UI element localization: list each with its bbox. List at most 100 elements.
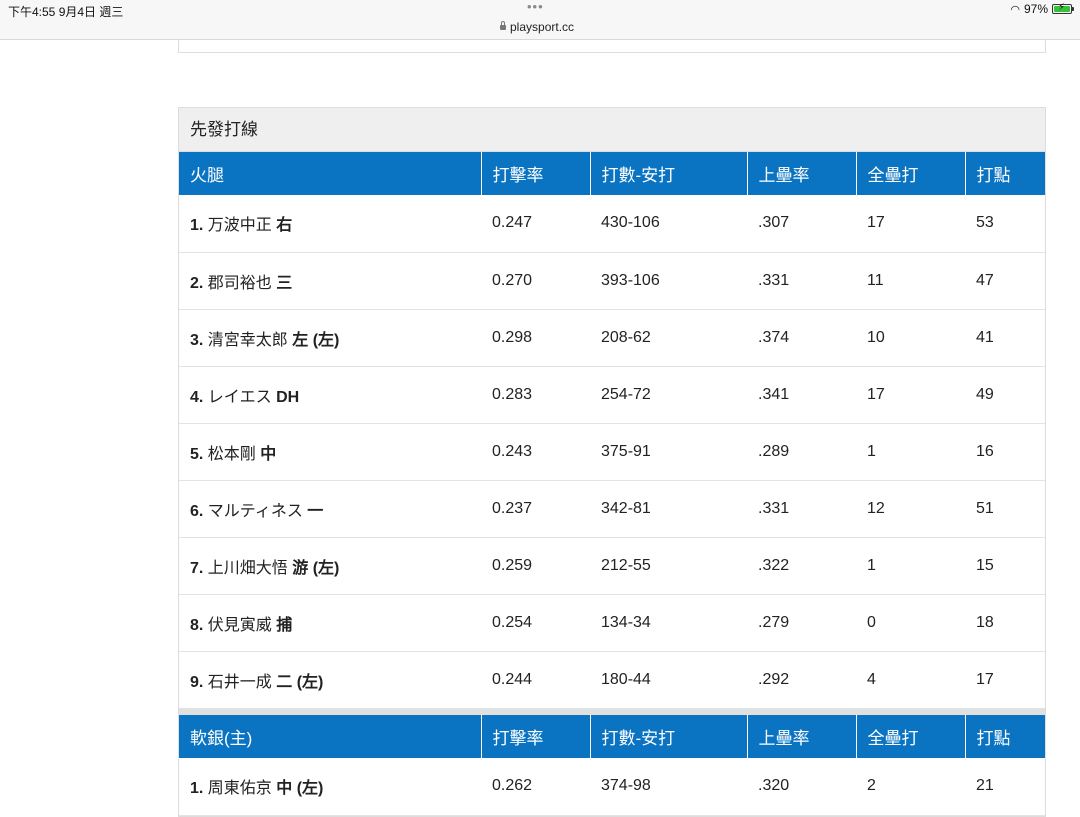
- team-header-row: 軟銀(主) 打擊率 打數-安打 上壘率 全壘打 打點: [179, 715, 1045, 758]
- lineup-section: 先發打線 火腿 打擊率 打數-安打 上壘率 全壘打 打點 1. 万波中正 右 0.247 430…: [178, 107, 1046, 817]
- player-position: 二 (左): [276, 673, 324, 691]
- at-bats-hits: 180-44: [590, 651, 747, 709]
- battery-percent: 97%: [1023, 2, 1048, 16]
- batting-order: 4.: [190, 388, 204, 406]
- column-header: 打數-安打: [590, 152, 748, 195]
- batting-average: 0.283: [481, 366, 590, 424]
- rbi: 53: [965, 195, 1045, 253]
- player-cell: 9. 石井一成 二 (左): [179, 651, 481, 709]
- player-name: 松本剛: [207, 445, 256, 463]
- at-bats-hits: 212-55: [590, 537, 747, 595]
- batting-order: 5.: [190, 445, 204, 463]
- player-position: 右: [276, 217, 293, 235]
- batting-average: 0.237: [481, 480, 590, 538]
- home-runs: 1: [856, 537, 965, 595]
- player-name: 郡司裕也: [207, 274, 272, 292]
- batting-average: 0.247: [481, 195, 590, 253]
- at-bats-hits: 208-62: [590, 309, 747, 367]
- batting-average: 0.259: [481, 537, 590, 595]
- batting-average: 0.298: [481, 309, 590, 367]
- rbi: 15: [965, 537, 1045, 595]
- on-base-pct: .341: [747, 366, 856, 424]
- player-name: 伏見寅威: [207, 616, 272, 634]
- batting-order: 6.: [190, 502, 204, 520]
- batting-order: 7.: [190, 559, 204, 577]
- player-name: 清宮幸太郎: [207, 331, 288, 349]
- rbi: 47: [965, 252, 1045, 310]
- player-position: 游 (左): [292, 559, 340, 577]
- batting-average: 0.243: [481, 423, 590, 481]
- lock-icon: [500, 21, 506, 30]
- player-position: 一: [307, 502, 324, 520]
- on-base-pct: .331: [747, 252, 856, 310]
- player-name: 上川畑大悟: [207, 559, 288, 577]
- player-row: 2. 郡司裕也 三 0.270 393-106.331 11 47: [179, 252, 1045, 310]
- batting-order: 1.: [190, 217, 204, 235]
- batting-average: 0.244: [481, 651, 590, 709]
- home-runs: 4: [856, 651, 965, 709]
- batting-average: 0.270: [481, 252, 590, 310]
- player-position: DH: [276, 388, 300, 406]
- status-bar: 下午4:55 9月4日 週三 ••• playsport.cc ◠ 97% ⚡: [0, 0, 1080, 40]
- on-base-pct: .320: [747, 758, 856, 816]
- on-base-pct: .331: [747, 480, 856, 538]
- rbi: 18: [965, 594, 1045, 652]
- player-row: 6. マルティネス 一 0.237 342-81.331 12 51: [179, 480, 1045, 538]
- lineup-table: 火腿 打擊率 打數-安打 上壘率 全壘打 打點 1. 万波中正 右 0.247 430-106.…: [179, 152, 1045, 816]
- previous-section-box: [178, 40, 1046, 53]
- player-row: 1. 万波中正 右 0.247 430-106.307 17 53: [179, 195, 1045, 253]
- column-header: 上壘率: [747, 715, 857, 758]
- player-name: 周東佑京: [207, 780, 272, 798]
- home-runs: 12: [856, 480, 965, 538]
- more-dots-icon[interactable]: •••: [527, 0, 544, 14]
- player-row: 3. 清宮幸太郎 左 (左) 0.298 208-62.374 10 41: [179, 309, 1045, 367]
- column-header: 全壘打: [856, 715, 966, 758]
- team-separator: [179, 708, 1045, 715]
- rbi: 17: [965, 651, 1045, 709]
- player-cell: 2. 郡司裕也 三: [179, 252, 481, 310]
- home-runs: 10: [856, 309, 965, 367]
- player-row: 8. 伏見寅威 捕 0.254 134-34.279 0 18: [179, 594, 1045, 652]
- batting-average: 0.254: [481, 594, 590, 652]
- player-row: 1. 周東佑京 中 (左) 0.262 374-98.320 2 21: [179, 758, 1045, 816]
- column-header: 上壘率: [747, 152, 857, 195]
- batting-order: 1.: [190, 780, 204, 798]
- section-title: 先發打線: [179, 108, 1045, 152]
- batting-order: 8.: [190, 616, 204, 634]
- column-header: 打點: [965, 715, 1045, 758]
- player-position: 中: [260, 445, 277, 463]
- at-bats-hits: 342-81: [590, 480, 747, 538]
- status-time: 下午4:55 9月4日 週三: [8, 5, 124, 19]
- player-cell: 3. 清宮幸太郎 左 (左): [179, 309, 481, 367]
- address-bar[interactable]: playsport.cc: [500, 20, 574, 34]
- home-runs: 2: [856, 758, 965, 816]
- player-cell: 1. 周東佑京 中 (左): [179, 758, 481, 816]
- player-cell: 1. 万波中正 右: [179, 195, 481, 253]
- player-name: 万波中正: [207, 217, 272, 235]
- column-header: 打擊率: [481, 152, 591, 195]
- home-runs: 0: [856, 594, 965, 652]
- home-runs: 1: [856, 423, 965, 481]
- url-text: playsport.cc: [510, 20, 575, 34]
- charging-bolt-icon: ⚡: [1058, 2, 1066, 13]
- player-cell: 5. 松本剛 中: [179, 423, 481, 481]
- player-row: 9. 石井一成 二 (左) 0.244 180-44.292 4 17: [179, 651, 1045, 709]
- player-row: 4. レイエス DH 0.283 254-72.341 17 49: [179, 366, 1045, 424]
- player-cell: 4. レイエス DH: [179, 366, 481, 424]
- on-base-pct: .289: [747, 423, 856, 481]
- column-header: 全壘打: [856, 152, 966, 195]
- batting-order: 9.: [190, 673, 204, 691]
- on-base-pct: .307: [747, 195, 856, 253]
- home-runs: 17: [856, 366, 965, 424]
- battery-icon: ⚡: [1052, 2, 1074, 14]
- rbi: 41: [965, 309, 1045, 367]
- rbi: 16: [965, 423, 1045, 481]
- home-runs: 11: [856, 252, 965, 310]
- batting-order: 3.: [190, 331, 204, 349]
- player-position: 三: [276, 274, 293, 292]
- rbi: 49: [965, 366, 1045, 424]
- at-bats-hits: 374-98: [590, 758, 747, 816]
- at-bats-hits: 393-106: [590, 252, 747, 310]
- on-base-pct: .374: [747, 309, 856, 367]
- player-name: マルティネス: [207, 502, 303, 520]
